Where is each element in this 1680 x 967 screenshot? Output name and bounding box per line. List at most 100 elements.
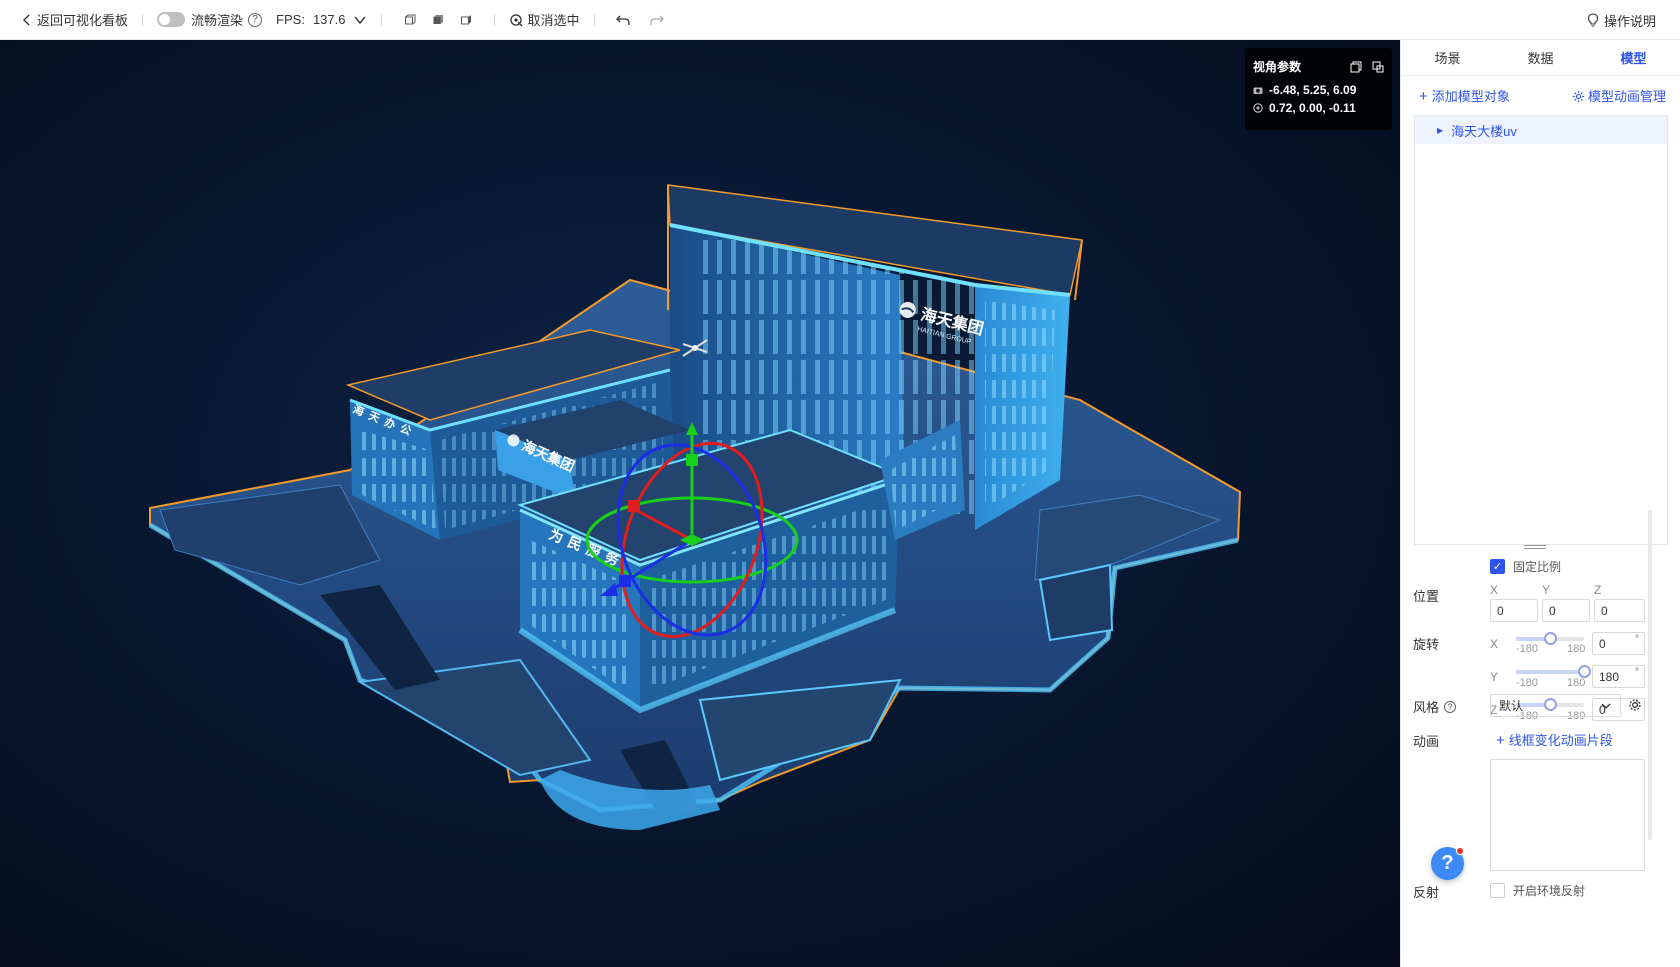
tab-data[interactable]: 数据 [1494,40,1587,75]
rot-x-unit: ° [1635,634,1639,645]
help-fab-button[interactable]: ? [1431,847,1464,880]
tree-item-model[interactable]: ▶ 海天大楼uv [1415,116,1667,144]
tab-scene[interactable]: 场景 [1401,40,1494,75]
help-circle-icon[interactable]: ? [1444,700,1457,713]
rot-x-max: 180 [1567,643,1586,655]
fixed-ratio-label: 固定比例 [1513,560,1562,574]
instructions-label: 操作说明 [1603,13,1656,29]
notification-dot [1456,847,1464,855]
help-circle-icon[interactable]: ? [248,12,263,27]
panel-scrollbar[interactable] [1648,510,1652,840]
rot-y-axis: Y [1490,670,1499,684]
gear-icon [1572,90,1585,102]
resize-handle[interactable] [1524,545,1546,549]
panel-tabs: 场景 数据 模型 [1401,40,1680,76]
back-button[interactable]: 返回可视化看板 [20,0,128,40]
cube-solid-icon [433,14,444,24]
camera-position-value: -6.48, 5.25, 6.09 [1269,83,1357,97]
instructions-link[interactable]: 操作说明 [1587,0,1656,40]
checkbox-unchecked[interactable] [1490,883,1505,898]
rot-x-min: -180 [1516,643,1539,655]
rotation-label: 旋转 [1413,637,1440,652]
building-model-scene[interactable]: 海天集团 HAITIAN GROUP 海天办公 海天集团 为民服务 [0,40,1400,967]
reflection-label: 反射 [1413,885,1440,900]
add-model-button[interactable]: + 添加模型对象 [1419,86,1510,105]
rot-x-slider[interactable] [1516,632,1584,645]
axis-y-label: Y [1542,583,1551,597]
back-label: 返回可视化看板 [37,13,129,28]
target-cursor-icon [510,13,523,26]
chevron-down-icon [1601,703,1611,709]
toggle-switch[interactable] [157,12,186,27]
rot-y-slider[interactable] [1516,665,1591,678]
rot-y-min: -180 [1516,677,1539,689]
axis-x-label: X [1490,583,1499,597]
add-wireframe-anim-button[interactable]: + 线框变化动画片段 [1496,730,1613,749]
deselect-button[interactable]: 取消选中 [509,0,580,40]
toolbar-divider [142,13,144,26]
model-tree: ▶ 海天大楼uv [1414,115,1668,545]
style-label-group: 风格 ? [1413,697,1457,716]
anim-manage-label: 模型动画管理 [1587,88,1666,104]
rot-x-axis: X [1490,637,1499,651]
undo-button[interactable] [609,0,637,40]
checkbox-checked[interactable]: ✓ [1490,559,1505,574]
style-select-value: 默认 [1499,699,1524,713]
toolbar-divider [381,13,383,26]
redo-button[interactable] [643,0,671,40]
cube-side-icon [461,14,472,24]
gizmo-y-handle[interactable] [686,454,698,466]
style-label: 风格 [1413,700,1440,715]
add-anim-label: 线框变化动画片段 [1508,733,1613,748]
position-y-input[interactable]: 0 [1542,599,1590,622]
gear-icon[interactable] [1628,698,1642,712]
plus-icon: + [1419,87,1428,105]
gizmo-x-handle[interactable] [628,500,640,512]
chevron-left-icon [23,14,30,25]
tree-item-label: 海天大楼uv [1451,123,1517,139]
position-label: 位置 [1413,589,1440,604]
smooth-render-toggle[interactable]: 流畅渲染 ? [157,0,263,40]
axis-z-label: Z [1594,583,1602,597]
fps-indicator: FPS: 137.6 [276,0,367,40]
properties-panel: 场景 数据 模型 + 添加模型对象 模型动画管理 ▶ 海天大楼uv ✓ 固定比例 … [1400,40,1680,967]
smooth-render-label: 流畅渲染 [191,13,244,28]
cube-outline-icon [405,14,416,24]
env-reflection-checkbox[interactable]: 开启环境反射 [1490,882,1585,899]
slider-fill [1516,670,1584,674]
top-toolbar: 返回可视化看板 流畅渲染 ? FPS: 137.6 取消选中 操作说明 [0,0,1680,40]
rot-y-unit: ° [1635,667,1639,678]
view-side-button[interactable] [452,0,480,40]
fps-value: 137.6 [312,12,346,27]
chevron-down-icon[interactable] [353,13,367,27]
animation-list [1490,759,1645,871]
view-solid-button[interactable] [424,0,452,40]
rot-y-max: 180 [1567,677,1586,689]
gizmo-z-handle[interactable] [619,575,631,587]
camera-params-panel: 视角参数 -6.48, 5.25, 6.09 0.72, 0.00, -0.11 [1245,48,1392,130]
3d-viewport[interactable]: 海天集团 HAITIAN GROUP 海天办公 海天集团 为民服务 视角参数 -… [0,40,1400,967]
camera-target-value: 0.72, 0.00, -0.11 [1269,101,1356,115]
view-front-button[interactable] [396,0,424,40]
undo-icon [615,15,630,25]
style-select[interactable]: 默认 [1490,694,1621,717]
animation-label: 动画 [1413,734,1440,749]
slider-knob[interactable] [1544,632,1557,645]
add-model-label: 添加模型对象 [1431,88,1510,104]
help-fab-label: ? [1441,852,1454,874]
model-anim-manage-button[interactable]: 模型动画管理 [1572,86,1666,105]
env-reflection-label: 开启环境反射 [1513,884,1586,898]
copy-icon[interactable] [1350,61,1362,73]
toolbar-divider [494,13,496,26]
position-z-input[interactable]: 0 [1594,599,1645,622]
camera-icon [1253,87,1263,94]
redo-icon [649,15,664,25]
toolbar-divider [593,13,595,26]
model-tree-header: + 添加模型对象 模型动画管理 [1401,76,1680,114]
paste-icon[interactable] [1372,61,1384,73]
fixed-ratio-checkbox[interactable]: ✓ 固定比例 [1490,558,1561,575]
caret-right-icon[interactable]: ▶ [1437,126,1443,135]
tab-model[interactable]: 模型 [1587,40,1680,75]
lightbulb-icon [1587,13,1599,27]
position-x-input[interactable]: 0 [1490,599,1538,622]
